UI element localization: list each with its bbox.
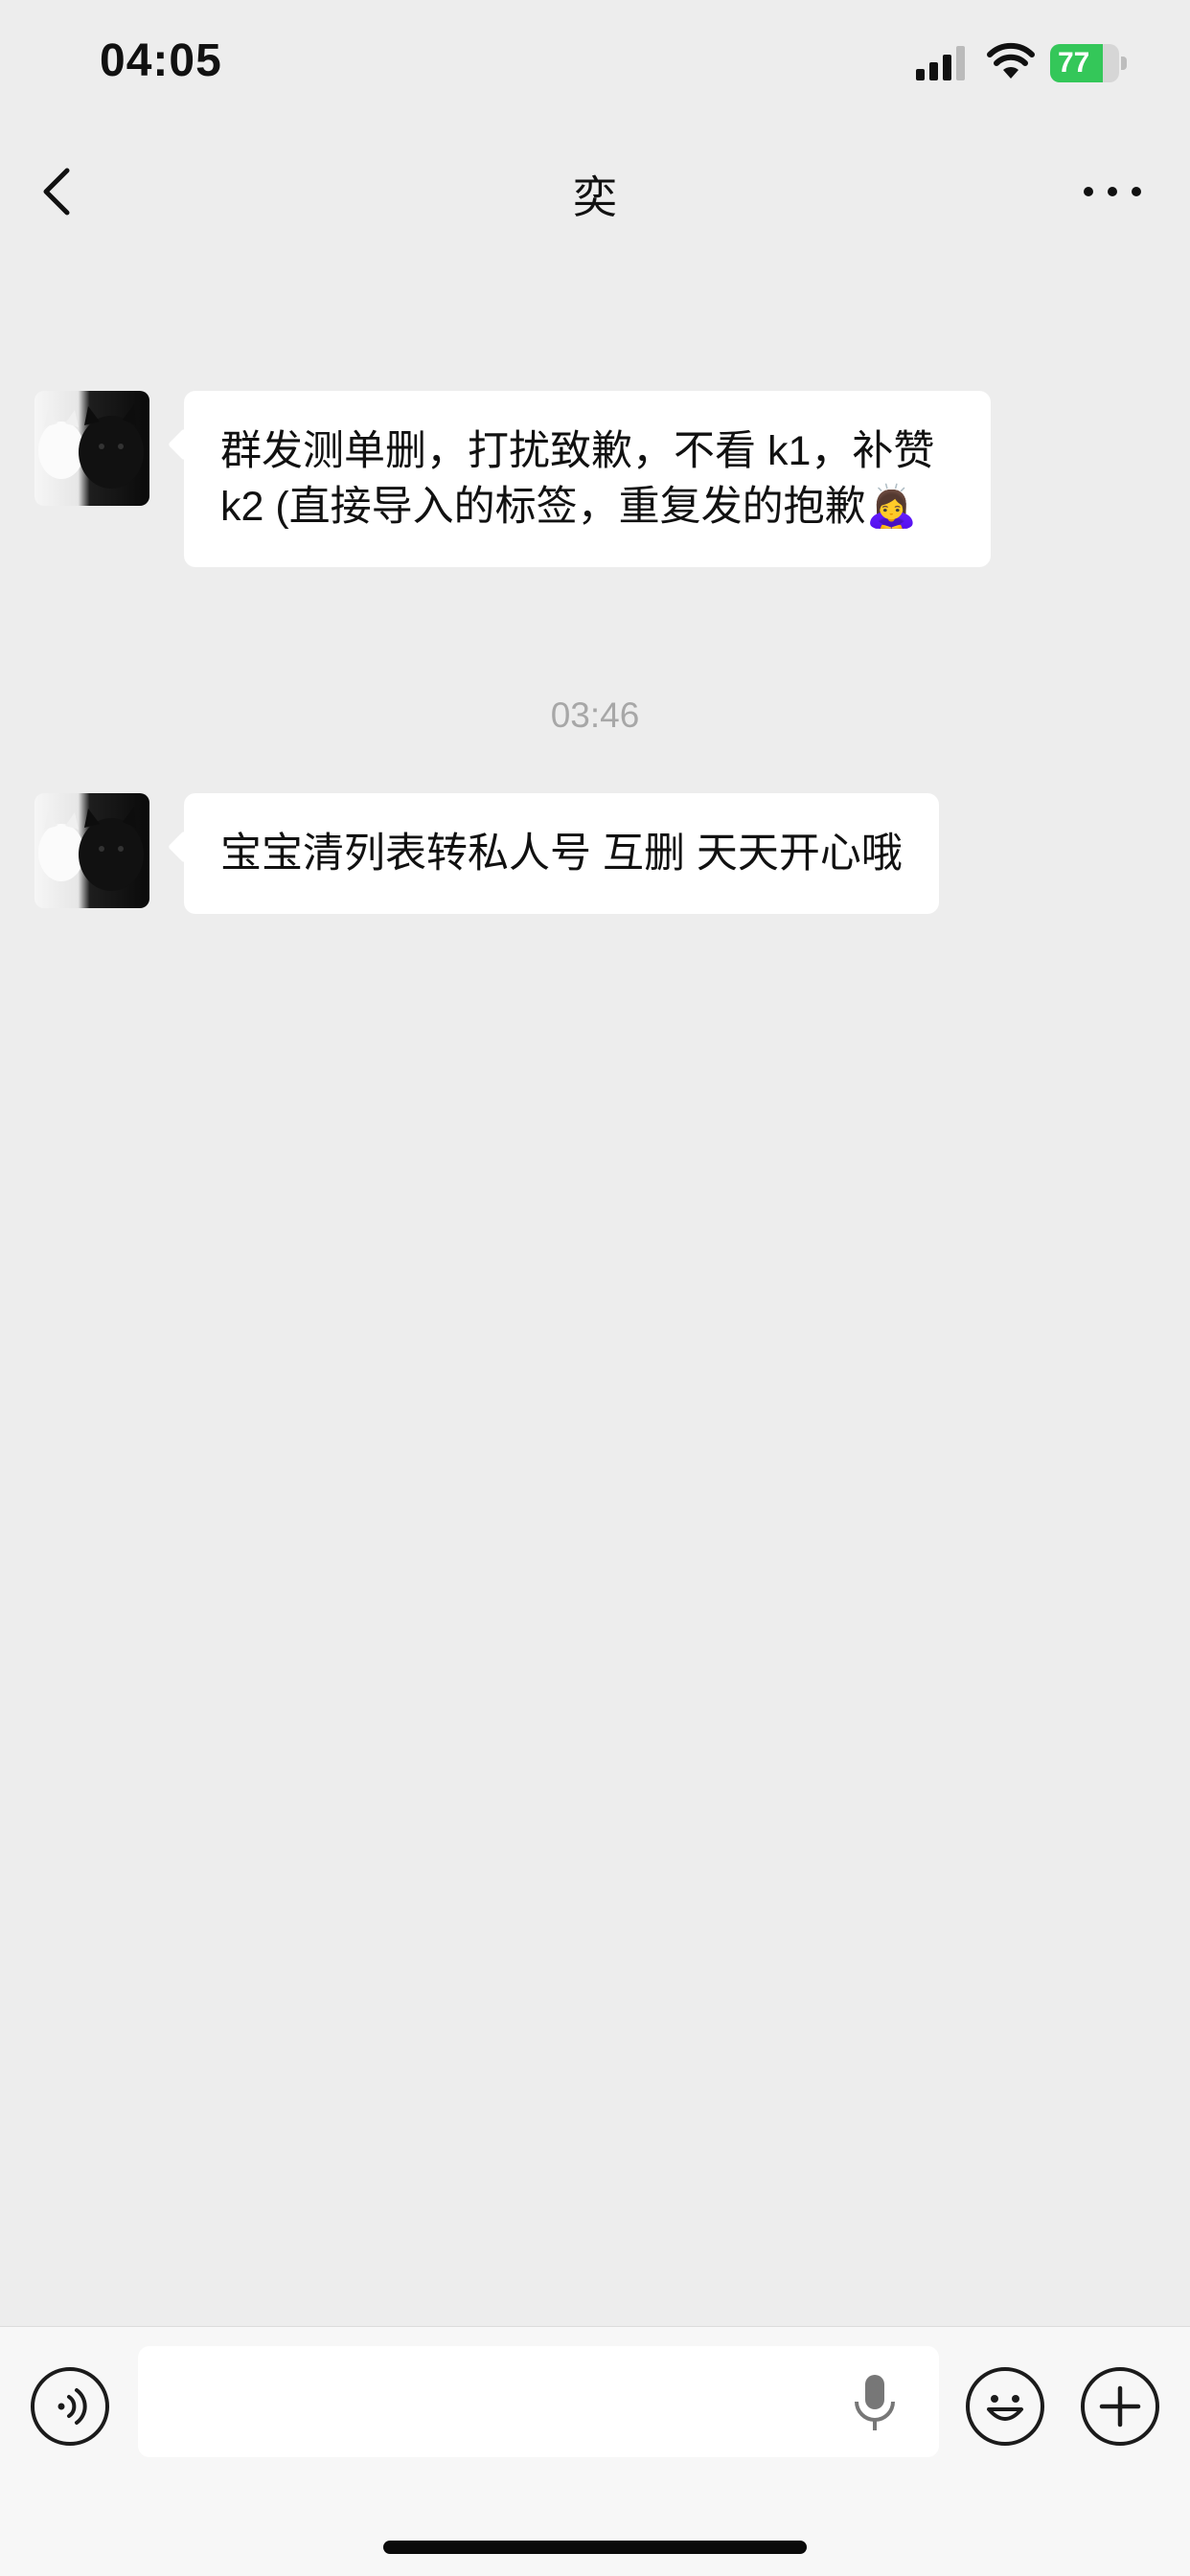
voice-button[interactable] bbox=[31, 2367, 109, 2446]
plus-button[interactable] bbox=[1081, 2367, 1159, 2446]
avatar[interactable] bbox=[34, 391, 149, 506]
message-timestamp: 03:46 bbox=[550, 695, 640, 735]
battery-icon: 77 bbox=[1050, 44, 1129, 82]
message-input[interactable] bbox=[138, 2346, 939, 2457]
nav-bar: 奕 bbox=[0, 144, 1190, 239]
microphone-icon[interactable] bbox=[847, 2371, 903, 2434]
voice-icon bbox=[57, 2388, 87, 2425]
message-text: 宝宝清列表转私人号 互删 天天开心哦 bbox=[220, 831, 903, 877]
home-indicator bbox=[383, 2541, 807, 2554]
chat-title: 奕 bbox=[573, 172, 617, 222]
emoji-button[interactable] bbox=[966, 2367, 1044, 2446]
emoji-icon bbox=[987, 2395, 1023, 2421]
message-bubble[interactable]: 群发测单删，打扰致歉，不看 k1，补赞 k2 (直接导入的标签，重复发的抱歉🙇‍… bbox=[184, 391, 991, 567]
input-bar bbox=[0, 2326, 1190, 2576]
cellular-signal-icon bbox=[916, 46, 965, 80]
more-dots-icon[interactable] bbox=[1079, 172, 1146, 211]
status-bar: 04:05 77 bbox=[0, 0, 1190, 125]
battery-level: 77 bbox=[1058, 47, 1090, 79]
message-text: 群发测单删，打扰致歉，不看 k1，补赞 k2 (直接导入的标签，重复发的抱歉🙇‍… bbox=[220, 428, 935, 530]
status-time: 04:05 bbox=[100, 35, 222, 86]
wifi-icon bbox=[987, 42, 1035, 79]
avatar[interactable] bbox=[34, 793, 149, 908]
message-bubble[interactable]: 宝宝清列表转私人号 互删 天天开心哦 bbox=[184, 793, 939, 914]
plus-icon bbox=[1099, 2385, 1141, 2428]
